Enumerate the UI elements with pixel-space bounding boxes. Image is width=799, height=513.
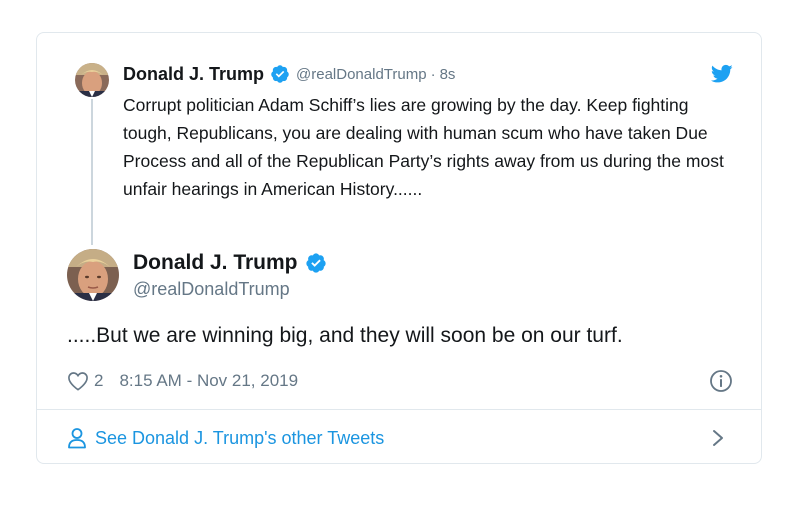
separator-dot: · bbox=[430, 65, 436, 83]
parent-tweet-time[interactable]: 8s bbox=[440, 66, 456, 83]
info-icon[interactable] bbox=[709, 369, 733, 393]
tweet-timestamp[interactable]: 8:15 AM - Nov 21, 2019 bbox=[119, 371, 298, 391]
person-icon bbox=[68, 428, 86, 449]
heart-icon[interactable] bbox=[67, 371, 89, 391]
parent-author-handle[interactable]: @realDonaldTrump bbox=[296, 66, 427, 83]
embedded-tweet-card: Donald J. Trump @realDonaldTrump · 8s Co… bbox=[36, 32, 762, 464]
twitter-bird-icon[interactable] bbox=[711, 64, 733, 84]
parent-tweet-avatar[interactable] bbox=[75, 63, 109, 97]
main-tweet-avatar[interactable] bbox=[67, 249, 119, 301]
main-author-name[interactable]: Donald J. Trump bbox=[133, 251, 298, 275]
footer-divider bbox=[37, 409, 761, 410]
parent-author-name[interactable]: Donald J. Trump bbox=[123, 64, 264, 85]
main-tweet-name-row: Donald J. Trump bbox=[133, 251, 327, 275]
main-author-handle[interactable]: @realDonaldTrump bbox=[133, 279, 290, 300]
verified-badge-icon bbox=[271, 65, 289, 83]
parent-tweet-text: Corrupt politician Adam Schiff’s lies ar… bbox=[123, 95, 724, 199]
chevron-right-icon[interactable] bbox=[711, 428, 725, 448]
parent-tweet-header: Donald J. Trump @realDonaldTrump · 8s bbox=[123, 63, 455, 85]
see-other-tweets-link[interactable]: See Donald J. Trump's other Tweets bbox=[67, 425, 384, 451]
like-count[interactable]: 2 bbox=[94, 371, 103, 391]
verified-badge-icon bbox=[305, 253, 326, 273]
main-tweet-text: .....But we are winning big, and they wi… bbox=[67, 324, 623, 347]
tweet-meta-row: 2 8:15 AM - Nov 21, 2019 bbox=[67, 369, 298, 393]
see-other-tweets-label: See Donald J. Trump's other Tweets bbox=[95, 427, 385, 448]
thread-connector-line bbox=[91, 99, 93, 245]
